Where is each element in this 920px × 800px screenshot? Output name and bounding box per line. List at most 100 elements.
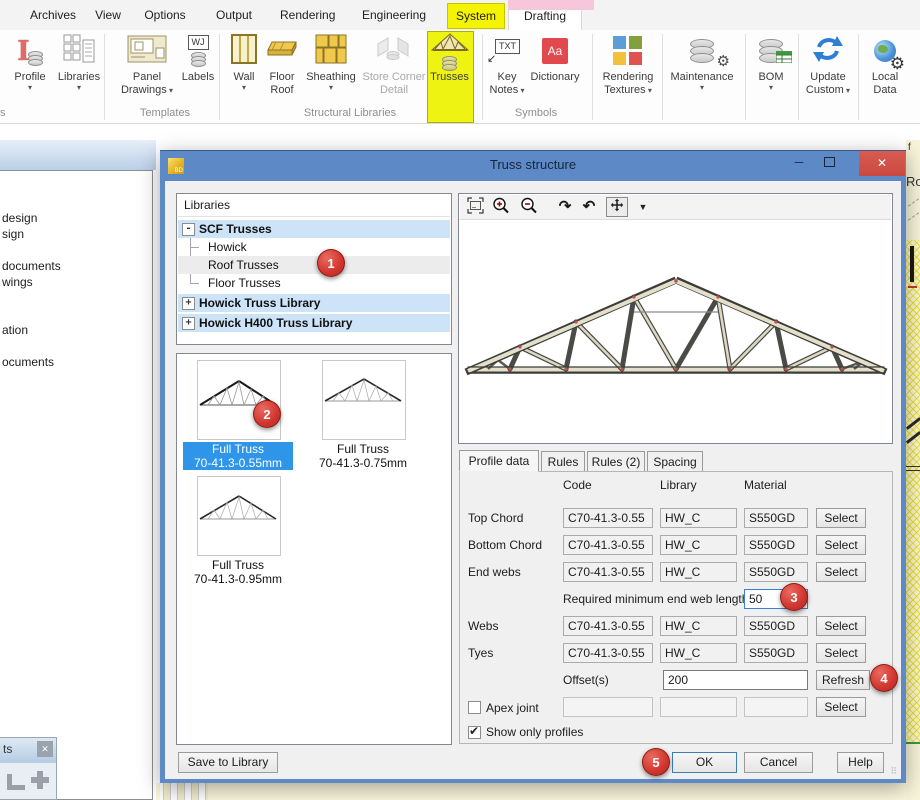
toolbar-dropdown-icon[interactable] <box>632 197 654 217</box>
ok-button[interactable]: OK <box>672 752 737 773</box>
webs-select-button[interactable]: Select <box>816 616 866 636</box>
tab-spacing[interactable]: Spacing <box>647 451 703 471</box>
thumbnail-3-label[interactable]: Full Truss 70-41.3-0.95mm <box>183 558 293 586</box>
minimize-button[interactable]: ─ <box>784 151 814 176</box>
truss-thumbnail-2[interactable] <box>322 360 406 440</box>
end-webs-material-field[interactable]: S550GD <box>744 562 808 582</box>
dialog-title-bar[interactable]: BD Truss structure ─ ✕ <box>160 151 906 181</box>
rotate-ccw-icon[interactable]: ↶ <box>578 197 600 217</box>
maintenance-button[interactable]: ⚙ Maintenance <box>666 33 738 91</box>
canvas-text-fragment: Ro <box>906 174 920 189</box>
apex-select-button[interactable]: Select <box>816 697 866 717</box>
thumbnail-1-label[interactable]: Full Truss 70-41.3-0.55mm <box>183 442 293 470</box>
dropdown-arrow-icon <box>226 84 262 91</box>
end-webs-select-button[interactable]: Select <box>816 562 866 582</box>
sidebar-item[interactable]: ation <box>2 323 28 337</box>
bottom-chord-code-field[interactable]: C70-41.3-0.55 <box>563 535 653 555</box>
webs-library-field[interactable]: HW_C <box>660 616 737 636</box>
libraries-tree-panel: Libraries - SCF Trusses Howick Roof Trus… <box>176 193 452 345</box>
tab-profile-data[interactable]: Profile data <box>459 450 539 472</box>
libraries-button[interactable]: Libraries <box>54 33 104 91</box>
zoom-window-icon[interactable] <box>464 197 486 217</box>
maximize-button[interactable] <box>814 151 844 176</box>
tree-collapse-icon[interactable]: - <box>182 223 195 236</box>
menu-tab-options[interactable]: Options <box>140 3 190 27</box>
rotate-cw-icon[interactable]: ↷ <box>554 197 576 217</box>
sheathing-button[interactable]: Sheathing <box>302 33 360 91</box>
wall-icon <box>231 34 257 68</box>
profile-button[interactable]: I Profile <box>8 33 52 91</box>
tab-rules-2[interactable]: Rules (2) <box>587 451 645 471</box>
wall-button[interactable]: Wall <box>226 33 262 91</box>
tree-item-howick-truss-library[interactable]: + Howick Truss Library <box>178 294 450 312</box>
top-chord-code-field[interactable]: C70-41.3-0.55 <box>563 508 653 528</box>
dictionary-button[interactable]: Aa Dictionary <box>524 33 586 84</box>
corner-tool-icon[interactable] <box>7 774 25 790</box>
menu-tab-view[interactable]: View <box>88 3 128 27</box>
bottom-chord-select-button[interactable]: Select <box>816 535 866 555</box>
sidebar-item[interactable]: wings <box>2 275 33 289</box>
offsets-input[interactable]: 200 <box>663 670 808 690</box>
help-button[interactable]: Help <box>837 752 884 773</box>
apex-material-field <box>744 697 808 717</box>
drawing-canvas-strip: f Ro <box>906 140 920 800</box>
tyes-code-field[interactable]: C70-41.3-0.55 <box>563 643 653 663</box>
close-button[interactable]: ✕ <box>859 151 905 176</box>
tree-item-roof-trusses[interactable]: Roof Trusses <box>178 256 450 274</box>
tab-rules[interactable]: Rules <box>541 451 585 471</box>
show-only-profiles-label: Show only profiles <box>486 725 583 739</box>
pan-icon[interactable] <box>606 197 628 217</box>
truss-thumbnail-3[interactable] <box>197 476 281 556</box>
menu-tab-output[interactable]: Output <box>212 3 256 27</box>
tyes-select-button[interactable]: Select <box>816 643 866 663</box>
labels-button[interactable]: WJ Labels <box>176 33 220 84</box>
tree-expand-icon[interactable]: + <box>182 297 195 310</box>
trusses-button[interactable]: Trusses <box>429 33 470 84</box>
webs-code-field[interactable]: C70-41.3-0.55 <box>563 616 653 636</box>
cancel-button[interactable]: Cancel <box>744 752 813 773</box>
refresh-button[interactable]: Refresh <box>816 670 870 690</box>
tree-item-howick-h400-truss-library[interactable]: + Howick H400 Truss Library <box>178 314 450 332</box>
resize-grip-icon[interactable]: ⠿ <box>890 766 898 777</box>
apex-joint-checkbox[interactable] <box>468 701 481 714</box>
thumbnail-2-label[interactable]: Full Truss 70-41.3-0.75mm <box>308 442 418 470</box>
sidebar-item[interactable]: sign <box>2 227 24 241</box>
tree-item-howick[interactable]: Howick <box>178 238 450 256</box>
plus-tool-icon[interactable] <box>31 771 49 789</box>
sidebar-item[interactable]: design <box>2 211 37 225</box>
tree-expand-icon[interactable]: + <box>182 317 195 330</box>
top-chord-select-button[interactable]: Select <box>816 508 866 528</box>
tree-item-scf-trusses[interactable]: - SCF Trusses <box>178 220 450 238</box>
bom-button[interactable]: BOM <box>748 33 794 91</box>
menu-tab-archives[interactable]: Archives <box>22 3 84 27</box>
sidebar-item[interactable]: ocuments <box>2 355 54 369</box>
menu-tab-rendering[interactable]: Rendering <box>280 3 334 27</box>
tyes-library-field[interactable]: HW_C <box>660 643 737 663</box>
wall-hatch-pattern <box>906 240 920 742</box>
bottom-chord-library-field[interactable]: HW_C <box>660 535 737 555</box>
end-webs-code-field[interactable]: C70-41.3-0.55 <box>563 562 653 582</box>
menu-tab-engineering[interactable]: Engineering <box>360 3 428 27</box>
tyes-material-field[interactable]: S550GD <box>744 643 808 663</box>
save-to-library-button[interactable]: Save to Library <box>178 752 278 773</box>
end-webs-library-field[interactable]: HW_C <box>660 562 737 582</box>
apex-library-field <box>660 697 737 717</box>
webs-material-field[interactable]: S550GD <box>744 616 808 636</box>
zoom-out-icon[interactable] <box>518 197 540 217</box>
menu-tab-system[interactable]: System <box>447 3 505 29</box>
key-notes-button[interactable]: TXT ↙ Key Notes <box>487 33 527 97</box>
bottom-chord-material-field[interactable]: S550GD <box>744 535 808 555</box>
tree-item-floor-trusses[interactable]: Floor Trusses <box>178 274 450 292</box>
top-chord-material-field[interactable]: S550GD <box>744 508 808 528</box>
close-icon[interactable]: ✕ <box>37 741 53 757</box>
rendering-textures-button[interactable]: Rendering Textures <box>598 33 658 97</box>
zoom-in-icon[interactable] <box>490 197 512 217</box>
sidebar-item[interactable]: documents <box>2 259 61 273</box>
local-data-button[interactable]: ⚙ Local Data <box>862 33 908 97</box>
update-custom-button[interactable]: Update Custom <box>800 33 856 97</box>
panel-drawings-button[interactable]: Panel Drawings <box>116 33 178 97</box>
column-header-material: Material <box>744 478 787 492</box>
floor-roof-button[interactable]: Floor Roof <box>262 33 302 97</box>
top-chord-library-field[interactable]: HW_C <box>660 508 737 528</box>
show-only-profiles-checkbox[interactable] <box>468 726 481 739</box>
